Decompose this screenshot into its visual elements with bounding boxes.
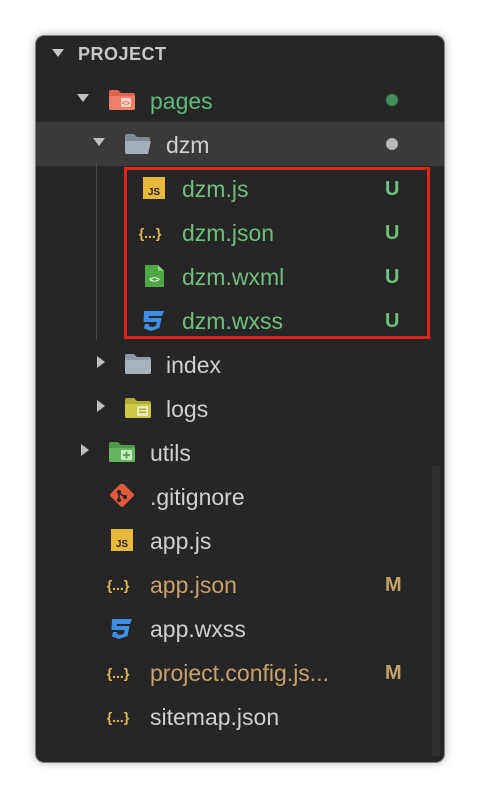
tree-item-pages[interactable]: <> pages [36,78,444,122]
tree-item-app-js[interactable]: JS app.js [36,518,444,562]
git-status-dot [386,138,398,150]
tree-item-app-wxss[interactable]: app.wxss [36,606,444,650]
svg-text:JS: JS [116,539,129,550]
svg-text:{...}: {...} [107,577,130,593]
collapse-caret-icon[interactable] [52,49,64,57]
svg-text:{...}: {...} [107,665,130,681]
project-section-header[interactable]: PROJECT [36,36,444,72]
chevron-right-icon[interactable] [81,444,89,456]
folder-icon [125,354,151,374]
tree-item-label: app.wxss [150,616,246,642]
javascript-file-icon: JS [111,529,133,551]
project-title: PROJECT [78,44,167,64]
json-file-icon: {...} [107,577,130,593]
tree-item-label: utils [150,440,191,466]
tree-item-sitemap-json[interactable]: {...} sitemap.json [36,694,444,738]
css-file-icon [111,619,132,639]
git-status-dot [386,94,398,106]
svg-text:<>: <> [122,101,130,108]
tree-item-index[interactable]: index [36,342,444,386]
chevron-down-icon[interactable] [77,94,89,102]
chevron-down-icon[interactable] [93,138,105,146]
pages-folder-icon: <> [109,90,135,110]
tree-item-label: logs [166,396,209,422]
tree-item-utils[interactable]: utils [36,430,444,474]
tree-item-app-json[interactable]: {...} app.json M [36,562,444,606]
tree-item-label: index [166,352,221,378]
utils-folder-icon [109,442,135,462]
git-status-badge: M [385,662,402,684]
tree-item-label: dzm [166,132,210,158]
chevron-right-icon[interactable] [97,400,105,412]
tree-item-label: project.config.js... [150,660,329,686]
tree-item-dzm[interactable]: dzm [36,122,444,166]
highlight-box [124,167,430,339]
tree-item-project-config[interactable]: {...} project.config.js... M [36,650,444,694]
tree-item-logs[interactable]: logs [36,386,444,430]
json-file-icon: {...} [107,709,130,725]
tree-item-gitignore[interactable]: .gitignore [36,474,444,518]
tree-item-label: pages [150,88,213,114]
tree-item-label: app.js [150,528,212,554]
chevron-right-icon[interactable] [97,356,105,368]
git-icon [110,484,134,507]
json-file-icon: {...} [107,665,130,681]
scrollbar[interactable] [432,466,440,756]
logs-folder-icon [125,398,151,418]
git-status-badge: M [385,574,402,596]
tree-item-label: sitemap.json [150,704,280,730]
svg-text:{...}: {...} [107,709,130,725]
tree-item-label: .gitignore [150,484,245,510]
explorer-panel: PROJECT <> pages dzm JS dzm.js U {...} d… [36,36,444,762]
folder-open-icon [125,134,151,154]
tree-item-label: app.json [150,572,237,598]
